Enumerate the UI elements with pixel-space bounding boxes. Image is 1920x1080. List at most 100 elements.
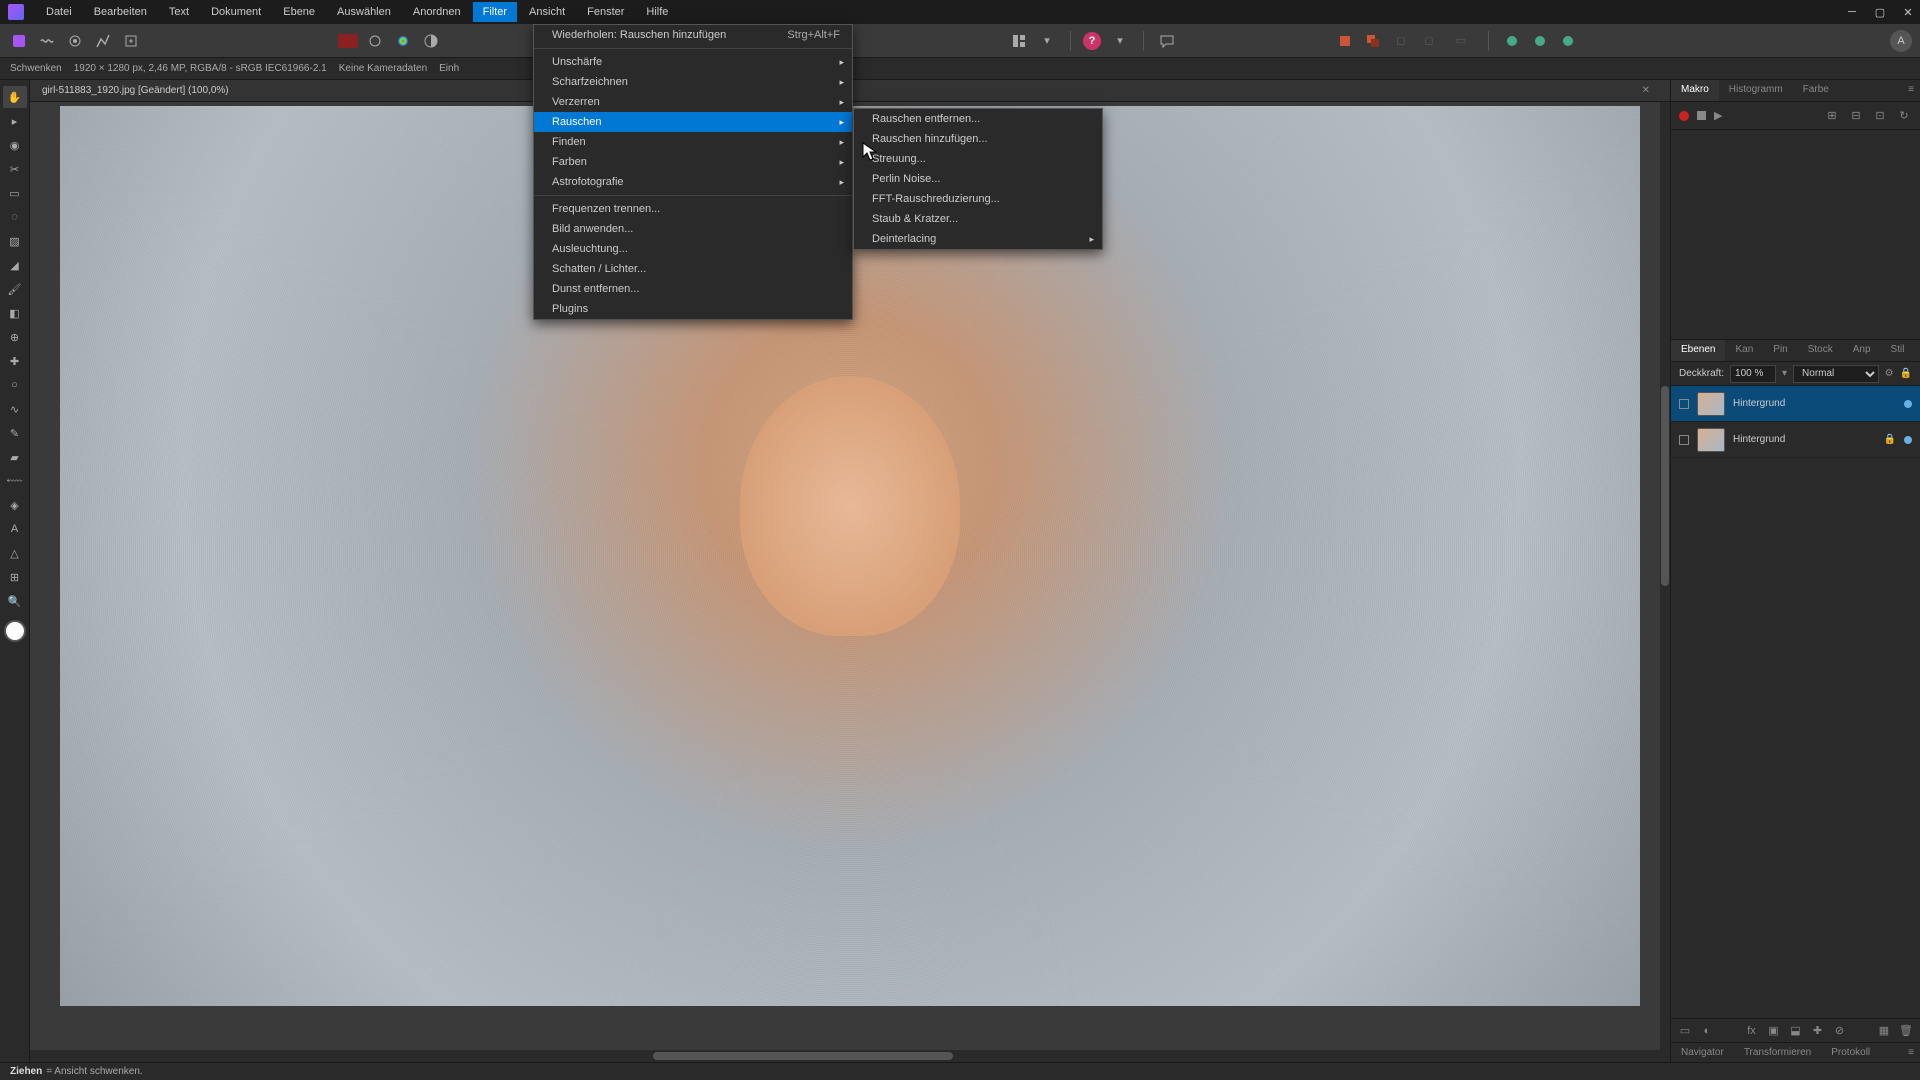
tool-brush[interactable]: 🖌 [3,278,27,300]
user-avatar[interactable]: A [1890,30,1912,52]
color-swatch[interactable] [4,620,26,642]
filter-verzerren[interactable]: Verzerren▸ [534,92,852,112]
bottom-options-icon[interactable]: ≡ [1902,1043,1920,1062]
noise-streuung[interactable]: Streuung... [854,149,1102,169]
help-icon[interactable]: ? [1083,32,1101,50]
swatch-red-icon[interactable] [338,34,358,48]
tab-stock[interactable]: Stock [1798,340,1843,361]
macro-play-icon[interactable]: ▶ [1714,109,1722,122]
filter-astrofotografie[interactable]: Astrofotografie▸ [534,172,852,192]
autocolor-icon[interactable] [392,30,414,52]
persona-tone-icon[interactable] [92,30,114,52]
menu-ebene[interactable]: Ebene [273,2,325,22]
macro-opt1[interactable]: ⊞ [1824,108,1840,124]
layer-clip-icon[interactable]: ▦ [1876,1023,1892,1039]
blend-mode-select[interactable]: Normal [1793,365,1879,383]
tool-mesh[interactable]: ⊞ [3,566,27,588]
tool-clone[interactable]: ⊕ [3,326,27,348]
tab-pin[interactable]: Pin [1763,340,1797,361]
document-tab-close[interactable]: ✕ [1642,85,1650,96]
tool-redeye[interactable]: ◈ [3,494,27,516]
cloud-icon[interactable] [1529,30,1551,52]
opacity-input[interactable] [1730,365,1776,383]
filter-farben[interactable]: Farben▸ [534,152,852,172]
tool-eraser[interactable]: ◧ [3,302,27,324]
autolevels-icon[interactable] [364,30,386,52]
tool-blur[interactable]: ∿ [3,398,27,420]
menu-text[interactable]: Text [159,2,199,22]
macro-opt3[interactable]: ⊡ [1872,108,1888,124]
tool-gradient[interactable]: ◢ [3,254,27,276]
tool-pen[interactable]: ✎ [3,422,27,444]
tool-text[interactable]: A [3,518,27,540]
filter-dunst[interactable]: Dunst entfernen... [534,279,852,299]
tool-dodge[interactable]: ○ [3,374,27,396]
tool-smudge[interactable]: ⬳ [3,470,27,492]
menu-dokument[interactable]: Dokument [201,2,271,22]
panel-options-icon[interactable]: ≡ [1902,80,1920,101]
persona-develop-icon[interactable] [64,30,86,52]
layer-lock-icon[interactable]: 🔒 [1884,434,1896,445]
tool-zoom[interactable]: 🔍 [3,590,27,612]
macro-stop-icon[interactable] [1697,111,1706,120]
persona-photo-icon[interactable] [8,30,30,52]
menu-filter[interactable]: Filter [473,2,517,22]
snap-icon[interactable] [1334,30,1356,52]
window-maximize[interactable]: ▢ [1868,2,1892,22]
filter-rauschen[interactable]: Rauschen▸ [534,112,852,132]
filter-plugins[interactable]: Plugins [534,299,852,319]
layer-lock-icon[interactable]: 🔒 [1900,368,1912,379]
layer-group-icon[interactable]: ▣ [1766,1023,1782,1039]
filter-unschaerfe[interactable]: Unschärfe▸ [534,52,852,72]
noise-deinterlacing[interactable]: Deinterlacing▸ [854,229,1102,249]
tab-ebenen[interactable]: Ebenen [1671,340,1725,361]
opacity-dropdown-icon[interactable]: ▾ [1782,368,1787,379]
noise-perlin[interactable]: Perlin Noise... [854,169,1102,189]
comment-icon[interactable] [1156,30,1178,52]
tab-navigator[interactable]: Navigator [1671,1043,1734,1062]
layer-adjust-icon[interactable]: ◐ [1699,1023,1715,1039]
layer-delete-icon[interactable]: 🗑 [1898,1023,1914,1039]
tab-kan[interactable]: Kan [1725,340,1763,361]
tool-heal[interactable]: ✚ [3,350,27,372]
noise-entfernen[interactable]: Rauschen entfernen... [854,109,1102,129]
layer-checkbox[interactable] [1679,399,1689,409]
layer-row[interactable]: Hintergrund [1671,386,1920,422]
menu-hilfe[interactable]: Hilfe [636,2,678,22]
filter-finden[interactable]: Finden▸ [534,132,852,152]
persona-export-icon[interactable] [120,30,142,52]
filter-bild-anwenden[interactable]: Bild anwenden... [534,219,852,239]
layer-visibility-icon[interactable] [1904,400,1912,408]
tab-histogramm[interactable]: Histogramm [1719,80,1793,101]
layer-checkbox[interactable] [1679,435,1689,445]
macro-opt2[interactable]: ⊟ [1848,108,1864,124]
tab-protokoll[interactable]: Protokoll [1821,1043,1880,1062]
scrollbar-horizontal[interactable] [30,1050,1670,1062]
macro-record-icon[interactable] [1679,111,1689,121]
layer-mask-icon[interactable]: ▭ [1677,1023,1693,1039]
tab-anp[interactable]: Anp [1843,340,1881,361]
menu-ansicht[interactable]: Ansicht [519,2,575,22]
tab-transformieren[interactable]: Transformieren [1734,1043,1821,1062]
tool-move[interactable]: ▸ [3,110,27,132]
tool-marquee[interactable]: ◌ [3,206,27,228]
layer-add-icon[interactable]: ✚ [1810,1023,1826,1039]
noise-hinzufuegen[interactable]: Rauschen hinzufügen... [854,129,1102,149]
tool-flood[interactable]: ▨ [3,230,27,252]
menu-anordnen[interactable]: Anordnen [403,2,471,22]
macro-opt4[interactable]: ↻ [1896,108,1912,124]
tool-hand[interactable]: ✋ [3,86,27,108]
noise-staub[interactable]: Staub & Kratzer... [854,209,1102,229]
filter-schatten[interactable]: Schatten / Lichter... [534,259,852,279]
layer-merge-icon[interactable]: ⬓ [1788,1023,1804,1039]
window-minimize[interactable]: ─ [1840,2,1864,22]
layer-visibility-icon[interactable] [1904,436,1912,444]
tool-shape[interactable]: △ [3,542,27,564]
layer-gear-icon[interactable]: ⚙ [1885,368,1894,379]
autocontrast-icon[interactable] [420,30,442,52]
filter-repeat[interactable]: Wiederholen: Rauschen hinzufügen Strg+Al… [534,25,852,45]
tab-makro[interactable]: Makro [1671,80,1719,101]
window-close[interactable]: ✕ [1896,2,1920,22]
filter-ausleuchtung[interactable]: Ausleuchtung... [534,239,852,259]
menu-bearbeiten[interactable]: Bearbeiten [84,2,157,22]
